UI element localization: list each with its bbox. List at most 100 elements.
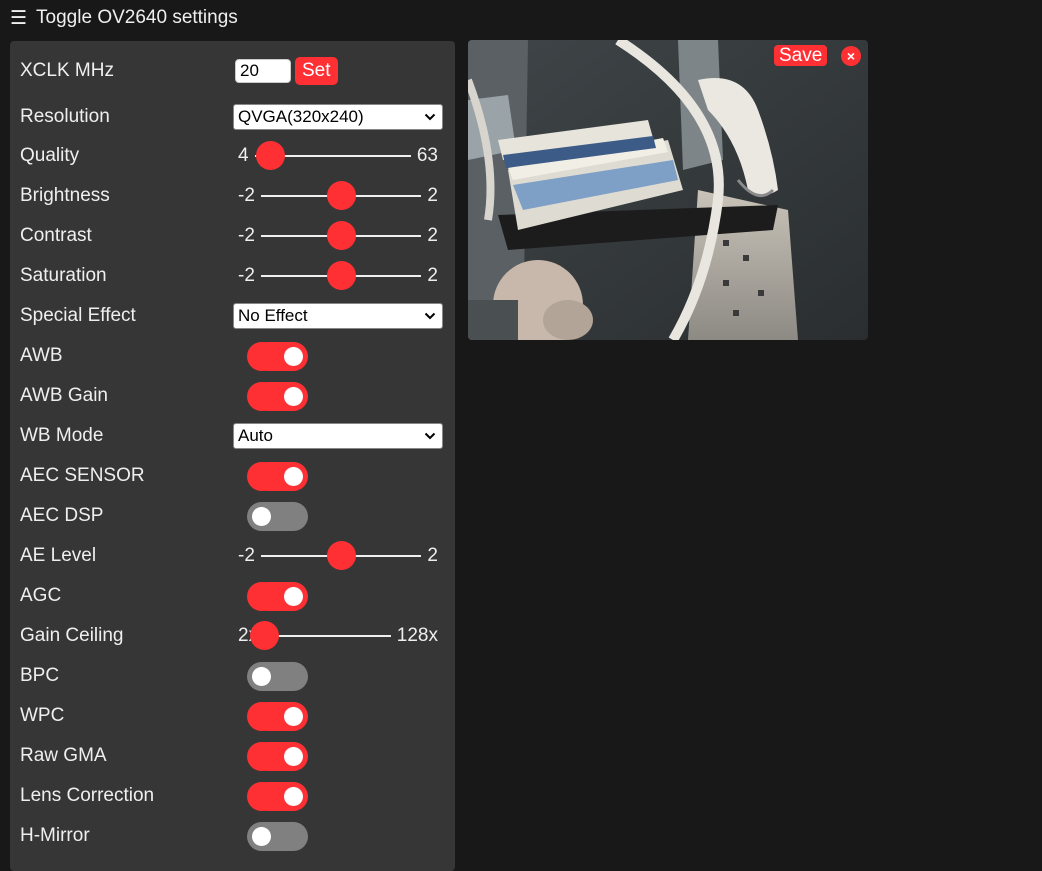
aec-dsp-label: AEC DSP bbox=[20, 505, 104, 526]
ae-level-slider[interactable]: -2 2 bbox=[233, 541, 443, 570]
saturation-track[interactable] bbox=[260, 261, 422, 290]
quality-slider[interactable]: 4 63 bbox=[233, 141, 443, 170]
xclk-label: XCLK MHz bbox=[20, 60, 114, 81]
h-mirror-toggle[interactable] bbox=[247, 821, 308, 851]
settings-toggle[interactable]: ☰ Toggle OV2640 settings bbox=[10, 4, 238, 32]
wpc-row: WPC bbox=[20, 700, 445, 732]
awb-gain-row: AWB Gain bbox=[20, 380, 445, 412]
gain-ceiling-track[interactable] bbox=[250, 621, 391, 650]
wpc-toggle[interactable] bbox=[247, 701, 308, 731]
toggle-knob bbox=[284, 346, 303, 366]
gain-ceiling-label: Gain Ceiling bbox=[20, 625, 124, 646]
raw-gma-label: Raw GMA bbox=[20, 745, 107, 766]
save-button[interactable]: Save bbox=[774, 45, 828, 66]
contrast-row: Contrast -2 2 bbox=[20, 220, 445, 252]
toggle-knob bbox=[284, 786, 303, 806]
h-mirror-row: H-Mirror bbox=[20, 820, 445, 852]
raw-gma-row: Raw GMA bbox=[20, 740, 445, 772]
quality-track[interactable] bbox=[254, 141, 411, 170]
resolution-select[interactable]: QVGA(320x240) bbox=[233, 104, 443, 130]
agc-row: AGC bbox=[20, 580, 445, 612]
awb-row: AWB bbox=[20, 340, 445, 372]
xclk-set-button[interactable]: Set bbox=[295, 57, 338, 85]
special-effect-label: Special Effect bbox=[20, 305, 136, 326]
raw-gma-toggle[interactable] bbox=[247, 741, 308, 771]
awb-toggle[interactable] bbox=[247, 341, 308, 371]
close-icon[interactable]: × bbox=[841, 46, 861, 66]
bpc-row: BPC bbox=[20, 660, 445, 692]
lens-correction-label: Lens Correction bbox=[20, 785, 155, 806]
xclk-input[interactable] bbox=[235, 59, 291, 83]
brightness-row: Brightness -2 2 bbox=[20, 180, 445, 212]
saturation-slider[interactable]: -2 2 bbox=[233, 261, 443, 290]
chevron-down-icon bbox=[424, 113, 436, 121]
quality-thumb[interactable] bbox=[256, 141, 286, 170]
camera-stream-image bbox=[468, 40, 868, 340]
chevron-down-icon bbox=[424, 312, 436, 320]
camera-stream bbox=[468, 40, 868, 340]
ae-level-max: 2 bbox=[427, 545, 438, 566]
ae-level-track[interactable] bbox=[260, 541, 422, 570]
aec-sensor-label: AEC SENSOR bbox=[20, 465, 145, 486]
contrast-slider[interactable]: -2 2 bbox=[233, 221, 443, 250]
toggle-knob bbox=[252, 826, 271, 846]
bpc-label: BPC bbox=[20, 665, 60, 686]
resolution-value: QVGA(320x240) bbox=[238, 107, 364, 126]
gain-ceiling-slider[interactable]: 2x 128x bbox=[233, 621, 443, 650]
ae-level-thumb[interactable] bbox=[327, 541, 357, 570]
wpc-label: WPC bbox=[20, 705, 65, 726]
contrast-track[interactable] bbox=[260, 221, 422, 250]
h-mirror-label: H-Mirror bbox=[20, 825, 90, 846]
gain-ceiling-max: 128x bbox=[396, 625, 438, 646]
settings-panel: XCLK MHz Set Resolution QVGA(320x240) Qu… bbox=[10, 41, 455, 871]
xclk-row: XCLK MHz Set bbox=[20, 55, 445, 87]
ae-level-row: AE Level -2 2 bbox=[20, 540, 445, 572]
ae-level-min: -2 bbox=[238, 545, 255, 566]
toggle-knob bbox=[284, 466, 303, 486]
saturation-thumb[interactable] bbox=[327, 261, 357, 290]
contrast-thumb[interactable] bbox=[327, 221, 357, 250]
brightness-label: Brightness bbox=[20, 185, 110, 206]
wb-mode-label: WB Mode bbox=[20, 425, 104, 446]
aec-sensor-row: AEC SENSOR bbox=[20, 460, 445, 492]
special-effect-value: No Effect bbox=[238, 306, 308, 325]
wb-mode-value: Auto bbox=[238, 426, 273, 445]
lens-correction-row: Lens Correction bbox=[20, 780, 445, 812]
toggle-knob bbox=[284, 706, 303, 726]
toggle-knob bbox=[284, 586, 303, 606]
hamburger-icon: ☰ bbox=[10, 7, 28, 29]
quality-row: Quality 4 63 bbox=[20, 140, 445, 172]
resolution-label: Resolution bbox=[20, 106, 110, 127]
quality-label: Quality bbox=[20, 145, 80, 166]
aec-dsp-toggle[interactable] bbox=[247, 501, 308, 531]
awb-gain-toggle[interactable] bbox=[247, 381, 308, 411]
saturation-label: Saturation bbox=[20, 265, 107, 286]
contrast-max: 2 bbox=[427, 225, 438, 246]
saturation-row: Saturation -2 2 bbox=[20, 260, 445, 292]
ae-level-label: AE Level bbox=[20, 545, 97, 566]
settings-toggle-label: Toggle OV2640 settings bbox=[36, 7, 238, 28]
brightness-slider[interactable]: -2 2 bbox=[233, 181, 443, 210]
awb-gain-label: AWB Gain bbox=[20, 385, 108, 406]
brightness-thumb[interactable] bbox=[327, 181, 357, 210]
saturation-max: 2 bbox=[427, 265, 438, 286]
wb-mode-select[interactable]: Auto bbox=[233, 423, 443, 449]
agc-toggle[interactable] bbox=[247, 581, 308, 611]
brightness-track[interactable] bbox=[260, 181, 422, 210]
gain-ceiling-thumb[interactable] bbox=[250, 621, 280, 650]
toggle-knob bbox=[284, 386, 303, 406]
toggle-knob bbox=[252, 506, 271, 526]
gain-ceiling-row: Gain Ceiling 2x 128x bbox=[20, 620, 445, 652]
lens-correction-toggle[interactable] bbox=[247, 781, 308, 811]
aec-dsp-row: AEC DSP bbox=[20, 500, 445, 532]
special-effect-select[interactable]: No Effect bbox=[233, 303, 443, 329]
bpc-toggle[interactable] bbox=[247, 661, 308, 691]
special-effect-row: Special Effect No Effect bbox=[20, 300, 445, 332]
chevron-down-icon bbox=[424, 432, 436, 440]
contrast-label: Contrast bbox=[20, 225, 92, 246]
awb-label: AWB bbox=[20, 345, 63, 366]
toggle-knob bbox=[284, 746, 303, 766]
aec-sensor-toggle[interactable] bbox=[247, 461, 308, 491]
agc-label: AGC bbox=[20, 585, 62, 606]
toggle-knob bbox=[252, 666, 271, 686]
